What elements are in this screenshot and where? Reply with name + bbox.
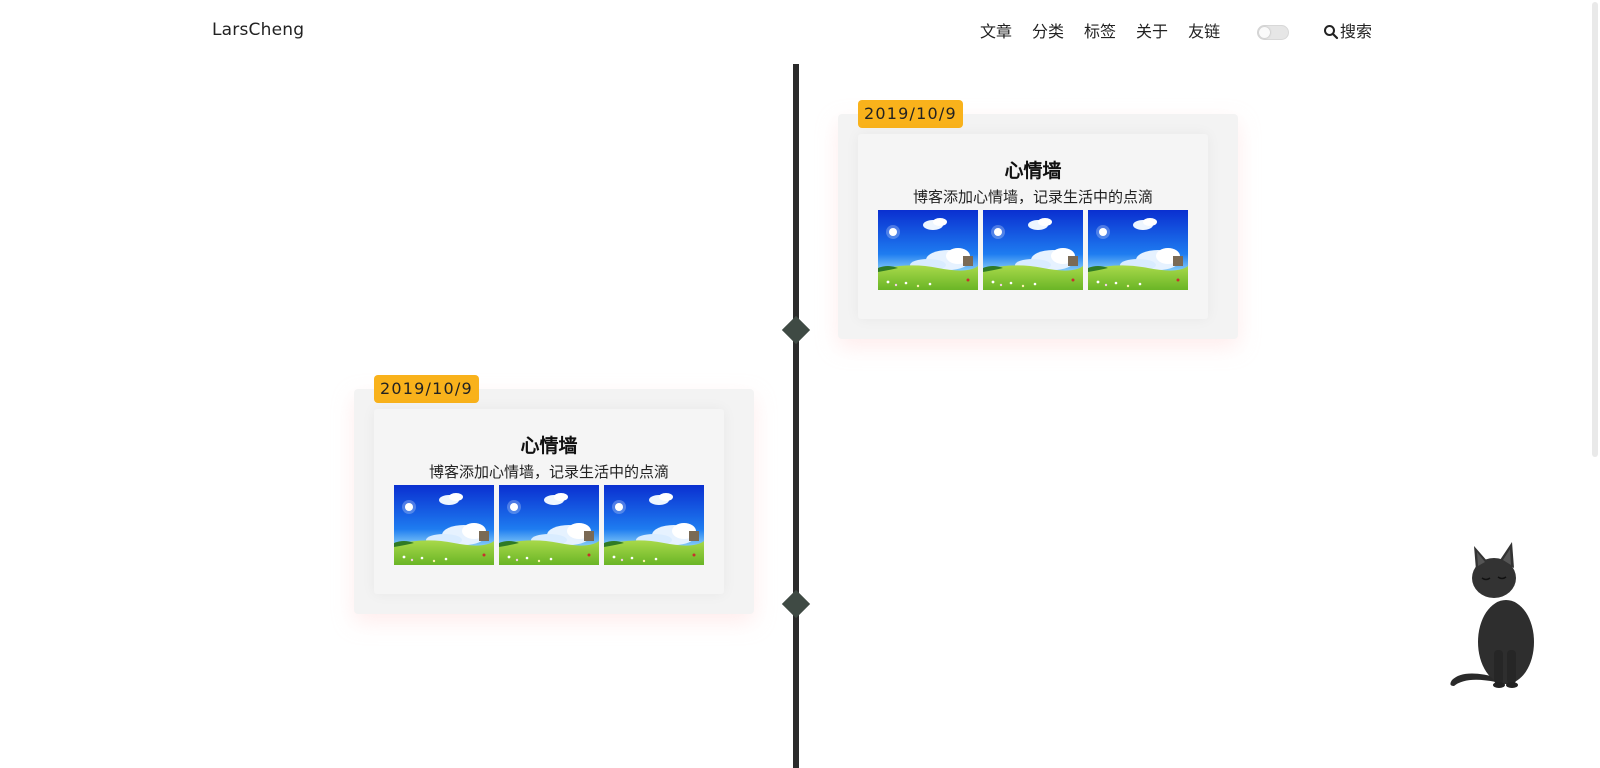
landscape-photo[interactable]: [983, 210, 1083, 290]
timeline-marker: [781, 315, 811, 345]
timeline-card: 2019/10/9 心情墙 博客添加心情墙，记录生活中的点滴: [354, 375, 754, 614]
card-description: 博客添加心情墙，记录生活中的点滴: [428, 463, 669, 481]
site-brand[interactable]: LarsCheng: [212, 20, 304, 40]
landscape-photo[interactable]: [1088, 210, 1188, 290]
search-button[interactable]: 搜索: [1323, 20, 1372, 44]
main-nav: 文章 分类 标签 关于 友链: [980, 20, 1220, 44]
photo-row: [374, 485, 724, 565]
card-title: 心情墙: [520, 435, 578, 457]
nav-item-tags[interactable]: 标签: [1084, 20, 1116, 44]
theme-toggle[interactable]: [1257, 25, 1289, 40]
card-title: 心情墙: [1004, 160, 1062, 182]
date-badge: 2019/10/9: [858, 100, 963, 128]
toggle-knob: [1259, 27, 1270, 38]
site-header: LarsCheng 文章 分类 标签 关于 友链 搜索: [0, 0, 1600, 64]
nav-item-friend-links[interactable]: 友链: [1188, 20, 1220, 44]
landscape-photo[interactable]: [878, 210, 978, 290]
landscape-photo[interactable]: [604, 485, 704, 565]
timeline-marker: [781, 589, 811, 619]
nav-item-about[interactable]: 关于: [1136, 20, 1168, 44]
nav-item-articles[interactable]: 文章: [980, 20, 1012, 44]
date-badge: 2019/10/9: [374, 375, 479, 403]
page-scrollbar[interactable]: [1588, 0, 1600, 768]
timeline-line: [793, 64, 799, 768]
card-content[interactable]: 心情墙 博客添加心情墙，记录生活中的点滴: [374, 409, 724, 594]
black-cat-icon[interactable]: [1444, 540, 1554, 690]
landscape-photo[interactable]: [499, 485, 599, 565]
card-description: 博客添加心情墙，记录生活中的点滴: [912, 188, 1153, 206]
card-content[interactable]: 心情墙 博客添加心情墙，记录生活中的点滴: [858, 134, 1208, 319]
scrollbar-thumb[interactable]: [1592, 2, 1598, 457]
timeline-card: 2019/10/9 心情墙 博客添加心情墙，记录生活中的点滴: [838, 100, 1238, 339]
photo-row: [858, 210, 1208, 290]
nav-item-categories[interactable]: 分类: [1032, 20, 1064, 44]
landscape-photo[interactable]: [394, 485, 494, 565]
search-icon: [1323, 24, 1339, 40]
search-label: 搜索: [1340, 22, 1373, 41]
